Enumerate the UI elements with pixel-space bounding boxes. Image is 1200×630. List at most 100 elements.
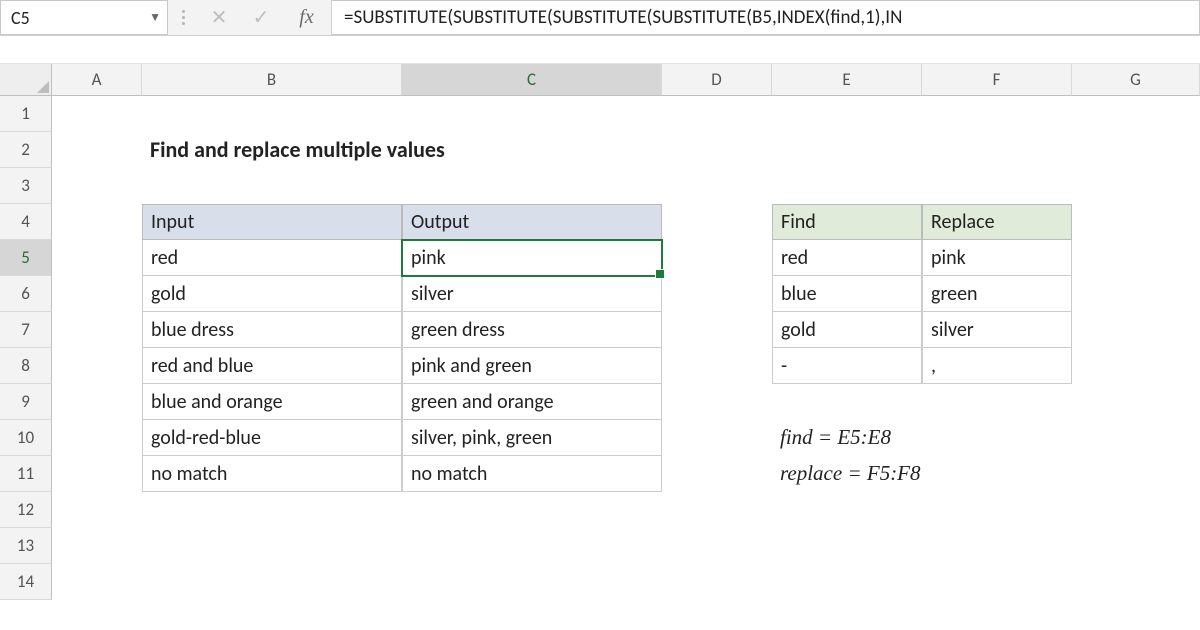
note-find[interactable]: find = E5:E8	[772, 420, 1072, 456]
cell-D8[interactable]	[662, 348, 772, 384]
cell-D5[interactable]	[662, 240, 772, 276]
cell-C9[interactable]: green and orange	[402, 384, 662, 420]
cell-E2[interactable]	[772, 132, 922, 168]
cell-E3[interactable]	[772, 168, 922, 204]
cell-G1[interactable]	[1072, 96, 1200, 132]
cell-A9[interactable]	[52, 384, 142, 420]
cell-B5[interactable]: red	[142, 240, 402, 276]
cell-B10[interactable]: gold-red-blue	[142, 420, 402, 456]
cell-E1[interactable]	[772, 96, 922, 132]
cell-A2[interactable]	[52, 132, 142, 168]
drag-handle-icon[interactable]	[168, 10, 198, 25]
cell-A13[interactable]	[52, 528, 142, 564]
cell-B14[interactable]	[142, 564, 402, 600]
select-all-corner[interactable]	[0, 64, 52, 96]
cell-E6[interactable]: blue	[772, 276, 922, 312]
cell-C14[interactable]	[402, 564, 662, 600]
fx-icon[interactable]: fx	[282, 0, 332, 35]
cell-F12[interactable]	[922, 492, 1072, 528]
cell-G9[interactable]	[1072, 384, 1200, 420]
cell-E14[interactable]	[772, 564, 922, 600]
formula-bar[interactable]: =SUBSTITUTE(SUBSTITUTE(SUBSTITUTE(SUBSTI…	[332, 0, 1200, 35]
cell-D4[interactable]	[662, 204, 772, 240]
cell-C7[interactable]: green dress	[402, 312, 662, 348]
cell-F6[interactable]: green	[922, 276, 1072, 312]
cell-E5[interactable]: red	[772, 240, 922, 276]
cell-D12[interactable]	[662, 492, 772, 528]
row-header[interactable]: 6	[0, 276, 52, 312]
note-replace[interactable]: replace = F5:F8	[772, 456, 1072, 492]
cell-C1[interactable]	[402, 96, 662, 132]
cell-B11[interactable]: no match	[142, 456, 402, 492]
cell-A14[interactable]	[52, 564, 142, 600]
row-header[interactable]: 11	[0, 456, 52, 492]
col-header-D[interactable]: D	[662, 64, 772, 96]
row-header[interactable]: 1	[0, 96, 52, 132]
cell-A6[interactable]	[52, 276, 142, 312]
col-header-B[interactable]: B	[142, 64, 402, 96]
cell-E8[interactable]: -	[772, 348, 922, 384]
row-header[interactable]: 8	[0, 348, 52, 384]
row-header[interactable]: 5	[0, 240, 52, 276]
cell-E12[interactable]	[772, 492, 922, 528]
cell-C5[interactable]: pink	[402, 240, 662, 276]
cell-A1[interactable]	[52, 96, 142, 132]
cell-A8[interactable]	[52, 348, 142, 384]
cell-A11[interactable]	[52, 456, 142, 492]
cell-B9[interactable]: blue and orange	[142, 384, 402, 420]
name-box[interactable]: C5 ▼	[0, 0, 168, 35]
cell-F2[interactable]	[922, 132, 1072, 168]
cell-A12[interactable]	[52, 492, 142, 528]
cell-F9[interactable]	[922, 384, 1072, 420]
row-header[interactable]: 12	[0, 492, 52, 528]
cell-F5[interactable]: pink	[922, 240, 1072, 276]
cell-D3[interactable]	[662, 168, 772, 204]
cell-F7[interactable]: silver	[922, 312, 1072, 348]
cell-A5[interactable]	[52, 240, 142, 276]
col-header-A[interactable]: A	[52, 64, 142, 96]
table2-header-replace[interactable]: Replace	[922, 204, 1072, 240]
row-header[interactable]: 13	[0, 528, 52, 564]
row-header[interactable]: 14	[0, 564, 52, 600]
cell-F8[interactable]: ,	[922, 348, 1072, 384]
cell-F13[interactable]	[922, 528, 1072, 564]
page-title[interactable]: Find and replace multiple values	[142, 132, 772, 168]
cell-E13[interactable]	[772, 528, 922, 564]
col-header-C[interactable]: C	[402, 64, 662, 96]
cell-D14[interactable]	[662, 564, 772, 600]
chevron-down-icon[interactable]: ▼	[149, 10, 161, 25]
row-header[interactable]: 4	[0, 204, 52, 240]
cell-D13[interactable]	[662, 528, 772, 564]
row-header[interactable]: 3	[0, 168, 52, 204]
col-header-G[interactable]: G	[1072, 64, 1200, 96]
row-header[interactable]: 7	[0, 312, 52, 348]
cell-D7[interactable]	[662, 312, 772, 348]
cell-B1[interactable]	[142, 96, 402, 132]
table1-header-input[interactable]: Input	[142, 204, 402, 240]
cell-B6[interactable]: gold	[142, 276, 402, 312]
cell-G2[interactable]	[1072, 132, 1200, 168]
cell-A3[interactable]	[52, 168, 142, 204]
cell-B3[interactable]	[142, 168, 402, 204]
cell-C13[interactable]	[402, 528, 662, 564]
cell-B8[interactable]: red and blue	[142, 348, 402, 384]
cell-G5[interactable]	[1072, 240, 1200, 276]
cell-F14[interactable]	[922, 564, 1072, 600]
cell-C6[interactable]: silver	[402, 276, 662, 312]
cell-G3[interactable]	[1072, 168, 1200, 204]
cell-C8[interactable]: pink and green	[402, 348, 662, 384]
cell-G14[interactable]	[1072, 564, 1200, 600]
cell-D1[interactable]	[662, 96, 772, 132]
table2-header-find[interactable]: Find	[772, 204, 922, 240]
cell-C3[interactable]	[402, 168, 662, 204]
cell-D9[interactable]	[662, 384, 772, 420]
cell-G4[interactable]	[1072, 204, 1200, 240]
cell-C11[interactable]: no match	[402, 456, 662, 492]
row-header[interactable]: 9	[0, 384, 52, 420]
enter-icon[interactable]: ✓	[240, 0, 282, 35]
cell-G7[interactable]	[1072, 312, 1200, 348]
table1-header-output[interactable]: Output	[402, 204, 662, 240]
cell-A7[interactable]	[52, 312, 142, 348]
cell-F3[interactable]	[922, 168, 1072, 204]
cell-B13[interactable]	[142, 528, 402, 564]
